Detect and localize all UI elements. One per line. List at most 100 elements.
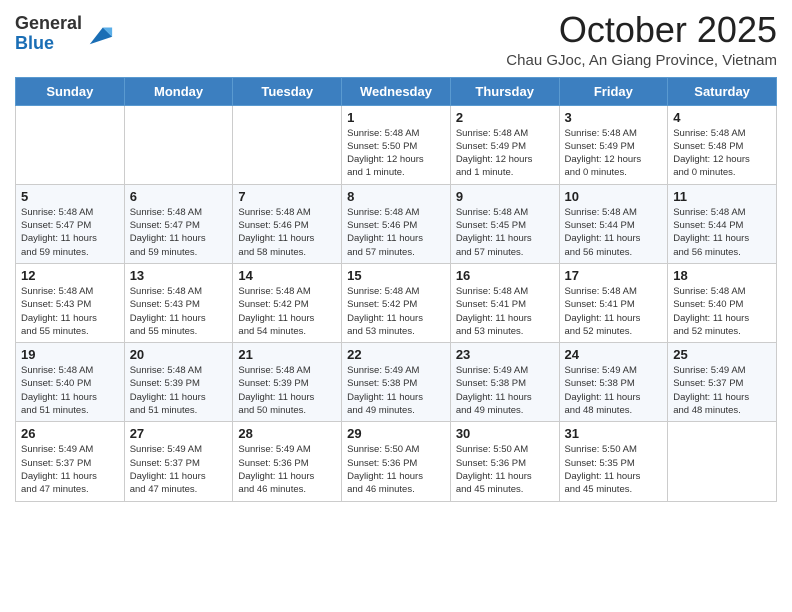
day-number: 1	[347, 110, 445, 125]
calendar-cell: 21Sunrise: 5:48 AM Sunset: 5:39 PM Dayli…	[233, 343, 342, 422]
day-of-week-header: Friday	[559, 77, 668, 105]
day-number: 4	[673, 110, 771, 125]
day-info: Sunrise: 5:48 AM Sunset: 5:50 PM Dayligh…	[347, 127, 445, 180]
calendar-cell: 25 Sunrise: 5:49 AM Sunset: 5:37 PM Dayli…	[668, 343, 777, 422]
day-number: 20	[130, 347, 228, 362]
day-info: Sunrise: 5:48 AM Sunset: 5:40 PM Dayligh…	[673, 285, 771, 338]
day-number: 15	[347, 268, 445, 283]
calendar-cell: 13 Sunrise: 5:48 AM Sunset: 5:43 PM Dayli…	[124, 263, 233, 342]
day-of-week-header: Sunday	[16, 77, 125, 105]
day-info: Sunrise: 5:48 AM Sunset: 5:44 PM Dayligh…	[565, 206, 663, 259]
day-number: 9	[456, 189, 554, 204]
day-info: Sunrise: 5:48 AM Sunset: 5:41 PM Dayligh…	[456, 285, 554, 338]
day-number: 22	[347, 347, 445, 362]
day-number: 31	[565, 426, 663, 441]
day-of-week-header: Thursday	[450, 77, 559, 105]
day-info: Sunrise: 5:50 AM Sunset: 5:35 PM Dayligh…	[565, 443, 663, 496]
day-info: Sunrise: 5:49 AM Sunset: 5:38 PM Dayligh…	[565, 364, 663, 417]
calendar-cell: 3 Sunrise: 5:48 AM Sunset: 5:49 PM Daylig…	[559, 105, 668, 184]
day-info: Sunrise: 5:49 AM Sunset: 5:38 PM Dayligh…	[456, 364, 554, 417]
title-block: October 2025 Chau GJoc, An Giang Provinc…	[506, 10, 777, 69]
calendar-cell	[124, 105, 233, 184]
logo: General Blue	[15, 14, 114, 54]
calendar-cell: 19 Sunrise: 5:48 AM Sunset: 5:40 PM Dayli…	[16, 343, 125, 422]
calendar-cell: 4 Sunrise: 5:48 AM Sunset: 5:48 PM Daylig…	[668, 105, 777, 184]
page-header: General Blue October 2025 Chau GJoc, An …	[15, 10, 777, 69]
day-info: Sunrise: 5:48 AM Sunset: 5:43 PM Dayligh…	[21, 285, 119, 338]
calendar-cell: 11 Sunrise: 5:48 AM Sunset: 5:44 PM Dayli…	[668, 184, 777, 263]
day-number: 8	[347, 189, 445, 204]
day-number: 30	[456, 426, 554, 441]
header-row: SundayMondayTuesdayWednesdayThursdayFrid…	[16, 77, 777, 105]
day-of-week-header: Monday	[124, 77, 233, 105]
day-number: 27	[130, 426, 228, 441]
day-info: Sunrise: 5:48 AM Sunset: 5:49 PM Dayligh…	[456, 127, 554, 180]
calendar-week-row: 19 Sunrise: 5:48 AM Sunset: 5:40 PM Dayli…	[16, 343, 777, 422]
calendar-header: SundayMondayTuesdayWednesdayThursdayFrid…	[16, 77, 777, 105]
logo-icon	[86, 20, 114, 48]
calendar-cell: 2 Sunrise: 5:48 AM Sunset: 5:49 PM Daylig…	[450, 105, 559, 184]
day-info: Sunrise: 5:48 AM Sunset: 5:46 PM Dayligh…	[238, 206, 336, 259]
calendar-cell: 31 Sunrise: 5:50 AM Sunset: 5:35 PM Dayli…	[559, 422, 668, 501]
day-info: Sunrise: 5:49 AM Sunset: 5:37 PM Dayligh…	[21, 443, 119, 496]
day-info: Sunrise: 5:48 AM Sunset: 5:42 PM Dayligh…	[238, 285, 336, 338]
day-info: Sunrise: 5:48 AM Sunset: 5:47 PM Dayligh…	[130, 206, 228, 259]
day-number: 24	[565, 347, 663, 362]
calendar-cell	[668, 422, 777, 501]
calendar-cell: 5Sunrise: 5:48 AM Sunset: 5:47 PM Daylig…	[16, 184, 125, 263]
calendar-body: 1 Sunrise: 5:48 AM Sunset: 5:50 PM Daylig…	[16, 105, 777, 501]
calendar-cell: 7 Sunrise: 5:48 AM Sunset: 5:46 PM Daylig…	[233, 184, 342, 263]
day-info: Sunrise: 5:48 AM Sunset: 5:46 PM Dayligh…	[347, 206, 445, 259]
day-number: 6	[130, 189, 228, 204]
calendar-week-row: 12 Sunrise: 5:48 AM Sunset: 5:43 PM Dayli…	[16, 263, 777, 342]
day-info: Sunrise: 5:48 AM Sunset: 5:41 PM Dayligh…	[565, 285, 663, 338]
day-number: 19	[21, 347, 119, 362]
day-number: 7	[238, 189, 336, 204]
month-title: October 2025	[506, 10, 777, 50]
day-number: 2	[456, 110, 554, 125]
day-info: Sunrise: 5:48 AM Sunset: 5:42 PM Dayligh…	[347, 285, 445, 338]
day-number: 13	[130, 268, 228, 283]
calendar-week-row: 1 Sunrise: 5:48 AM Sunset: 5:50 PM Daylig…	[16, 105, 777, 184]
day-number: 26	[21, 426, 119, 441]
day-number: 3	[565, 110, 663, 125]
calendar-cell: 14 Sunrise: 5:48 AM Sunset: 5:42 PM Dayli…	[233, 263, 342, 342]
day-number: 12	[21, 268, 119, 283]
day-number: 18	[673, 268, 771, 283]
day-info: Sunrise: 5:48 AM Sunset: 5:43 PM Dayligh…	[130, 285, 228, 338]
day-of-week-header: Saturday	[668, 77, 777, 105]
day-number: 25	[673, 347, 771, 362]
calendar-cell: 20 Sunrise: 5:48 AM Sunset: 5:39 PM Dayli…	[124, 343, 233, 422]
day-info: Sunrise: 5:48 AM Sunset: 5:40 PM Dayligh…	[21, 364, 119, 417]
calendar-cell: 9Sunrise: 5:48 AM Sunset: 5:45 PM Daylig…	[450, 184, 559, 263]
calendar-cell: 26 Sunrise: 5:49 AM Sunset: 5:37 PM Dayli…	[16, 422, 125, 501]
calendar-week-row: 26 Sunrise: 5:49 AM Sunset: 5:37 PM Dayli…	[16, 422, 777, 501]
day-info: Sunrise: 5:49 AM Sunset: 5:37 PM Dayligh…	[130, 443, 228, 496]
calendar-week-row: 5 Sunrise: 5:48 AM Sunset: 5:47 PM Daylig…	[16, 184, 777, 263]
logo-general: General	[15, 13, 82, 33]
calendar-cell: 28 Sunrise: 5:49 AM Sunset: 5:36 PM Dayli…	[233, 422, 342, 501]
day-number: 28	[238, 426, 336, 441]
calendar-cell: 8 Sunrise: 5:48 AM Sunset: 5:46 PM Daylig…	[342, 184, 451, 263]
day-info: Sunrise: 5:48 AM Sunset: 5:49 PM Dayligh…	[565, 127, 663, 180]
day-info: Sunrise: 5:48 AM Sunset: 5:39 PM Dayligh…	[130, 364, 228, 417]
day-info: Sunrise: 5:48 AM Sunset: 5:48 PM Dayligh…	[673, 127, 771, 180]
calendar-cell: 22 Sunrise: 5:49 AM Sunset: 5:38 PM Dayli…	[342, 343, 451, 422]
calendar-cell: 18 Sunrise: 5:48 AM Sunset: 5:40 PM Dayli…	[668, 263, 777, 342]
day-info: Sunrise: 5:48 AM Sunset: 5:44 PM Dayligh…	[673, 206, 771, 259]
day-of-week-header: Tuesday	[233, 77, 342, 105]
calendar-cell: 27 Sunrise: 5:49 AM Sunset: 5:37 PM Dayli…	[124, 422, 233, 501]
calendar-cell: 6 Sunrise: 5:48 AM Sunset: 5:47 PM Daylig…	[124, 184, 233, 263]
day-info: Sunrise: 5:49 AM Sunset: 5:36 PM Dayligh…	[238, 443, 336, 496]
day-number: 5	[21, 189, 119, 204]
day-number: 17	[565, 268, 663, 283]
day-number: 14	[238, 268, 336, 283]
calendar-cell: 16Sunrise: 5:48 AM Sunset: 5:41 PM Dayli…	[450, 263, 559, 342]
day-info: Sunrise: 5:49 AM Sunset: 5:37 PM Dayligh…	[673, 364, 771, 417]
calendar-cell: 1 Sunrise: 5:48 AM Sunset: 5:50 PM Daylig…	[342, 105, 451, 184]
day-number: 11	[673, 189, 771, 204]
day-info: Sunrise: 5:49 AM Sunset: 5:38 PM Dayligh…	[347, 364, 445, 417]
calendar-cell: 30Sunrise: 5:50 AM Sunset: 5:36 PM Dayli…	[450, 422, 559, 501]
day-of-week-header: Wednesday	[342, 77, 451, 105]
calendar-cell: 12 Sunrise: 5:48 AM Sunset: 5:43 PM Dayli…	[16, 263, 125, 342]
